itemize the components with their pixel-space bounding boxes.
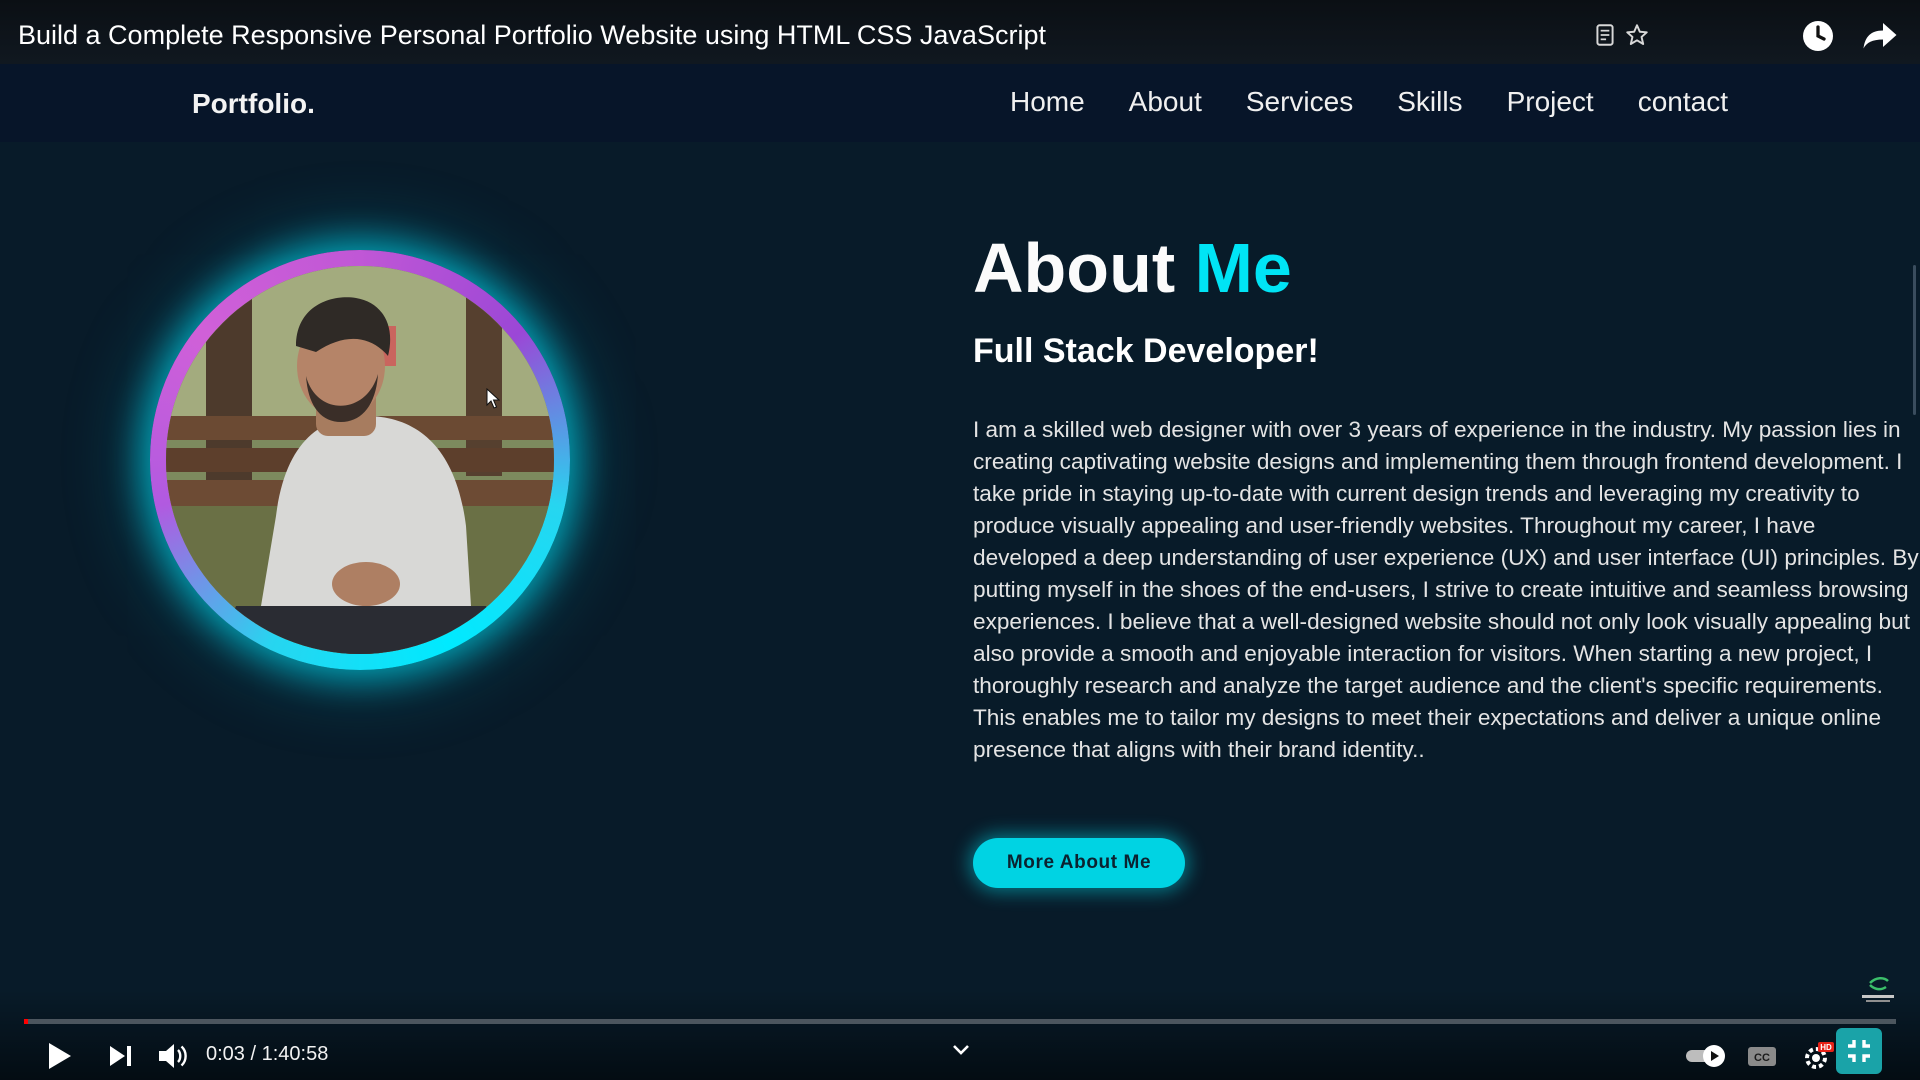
video-title: Build a Complete Responsive Personal Por…: [18, 20, 1046, 50]
nav-project[interactable]: Project: [1507, 86, 1594, 118]
about-heading: About Me: [973, 228, 1292, 308]
time-total: 1:40:58: [261, 1043, 329, 1065]
video-title-bar: Build a Complete Responsive Personal Por…: [0, 0, 1920, 64]
about-subtitle: Full Stack Developer!: [973, 332, 1319, 370]
about-heading-main: About: [973, 229, 1195, 307]
star-icon[interactable]: [1624, 22, 1650, 48]
progress-fill: [24, 1019, 28, 1024]
time-separator: /: [244, 1043, 262, 1065]
chevron-down-icon[interactable]: [950, 1042, 972, 1058]
profile-photo: [166, 266, 554, 654]
nav-services[interactable]: Services: [1246, 86, 1353, 118]
about-paragraph: I am a skilled web designer with over 3 …: [973, 417, 1919, 762]
svg-text:CC: CC: [1754, 1052, 1770, 1064]
exit-fullscreen-icon[interactable]: [1836, 1028, 1882, 1074]
time-display: 0:03 / 1:40:58: [206, 1043, 328, 1066]
settings-icon[interactable]: HD: [1800, 1038, 1836, 1074]
player-controls-background: [0, 990, 1920, 1080]
nav-skills[interactable]: Skills: [1397, 86, 1462, 118]
mouse-cursor-icon: [486, 388, 500, 409]
autoplay-toggle[interactable]: [1684, 1038, 1728, 1074]
next-icon[interactable]: [102, 1038, 138, 1074]
site-logo[interactable]: Portfolio.: [192, 88, 315, 120]
notes-icon[interactable]: [1592, 22, 1618, 48]
play-icon[interactable]: [40, 1038, 76, 1074]
cc-icon[interactable]: CC: [1744, 1038, 1780, 1074]
site-navbar: Portfolio. Home About Services Skills Pr…: [0, 64, 1920, 142]
more-about-me-button[interactable]: More About Me: [973, 838, 1185, 888]
nav-home[interactable]: Home: [1010, 86, 1085, 118]
share-icon[interactable]: [1862, 20, 1898, 50]
about-heading-accent: Me: [1194, 229, 1292, 307]
progress-bar[interactable]: [24, 1019, 1896, 1024]
volume-icon[interactable]: [154, 1038, 190, 1074]
nav-links: Home About Services Skills Project conta…: [1010, 86, 1728, 118]
page-scrollbar[interactable]: [1913, 265, 1916, 415]
nav-about[interactable]: About: [1129, 86, 1202, 118]
watch-later-icon[interactable]: [1800, 18, 1836, 54]
nav-contact[interactable]: contact: [1638, 86, 1728, 118]
time-current: 0:03: [206, 1043, 245, 1065]
svg-text:HD: HD: [1820, 1043, 1832, 1052]
